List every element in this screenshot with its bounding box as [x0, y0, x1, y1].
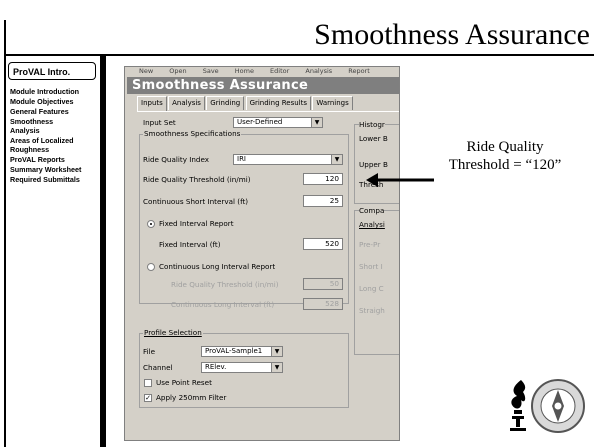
- nav-header: ProVAL Intro.: [8, 62, 96, 80]
- slide-title: Smoothness Assurance: [314, 18, 590, 51]
- channel-value: RElev.: [205, 363, 227, 371]
- channel-label: Channel: [143, 363, 173, 372]
- app-title: Smoothness Assurance: [127, 77, 399, 94]
- csi-input[interactable]: 25: [303, 195, 343, 207]
- input-set-value: User-Defined: [237, 118, 283, 126]
- csi-label: Continuous Short Interval (ft): [143, 197, 249, 206]
- title-divider: [4, 54, 594, 56]
- file-label: File: [143, 347, 156, 356]
- straight-label: Straigh: [359, 306, 385, 315]
- tab-bar: Inputs Analysis Grinding Grinding Result…: [137, 96, 353, 112]
- chevron-down-icon[interactable]: ▼: [271, 347, 282, 356]
- nav-item-summary-worksheet[interactable]: Summary Worksheet: [10, 165, 102, 174]
- cont-rqt-label: Ride Quality Threshold (in/mi): [171, 280, 279, 289]
- riq-label: Ride Quality Index: [143, 155, 210, 164]
- tab-grinding-results[interactable]: Grinding Results: [245, 96, 312, 110]
- point-reset-label: Use Point Reset: [156, 378, 212, 387]
- input-set-label: Input Set: [143, 118, 176, 127]
- filter-checkbox[interactable]: ✓: [144, 394, 152, 402]
- toolbar: New Open Save Home Editor Analysis Repor…: [125, 67, 399, 76]
- filter-label: Apply 250mm Filter: [156, 393, 227, 402]
- compare-label: Compa: [359, 206, 385, 215]
- nav-item-module-objectives[interactable]: Module Objectives: [10, 97, 102, 106]
- analysis-label: Analysi: [359, 220, 385, 229]
- tab-inputs[interactable]: Inputs: [137, 96, 167, 112]
- dot-seal-icon: [531, 379, 585, 433]
- left-border: [4, 20, 6, 447]
- riq-select[interactable]: IRI ▼: [233, 154, 343, 165]
- chevron-down-icon[interactable]: ▼: [271, 363, 282, 372]
- tab-analysis[interactable]: Analysis: [168, 96, 205, 110]
- file-select[interactable]: ProVAL-Sample1 ▼: [201, 346, 283, 357]
- chevron-down-icon[interactable]: ▼: [331, 155, 342, 164]
- point-reset-checkbox[interactable]: [144, 379, 152, 387]
- short-label: Short I: [359, 262, 383, 271]
- input-set-select[interactable]: User-Defined ▼: [233, 117, 323, 128]
- smoothness-specs-label: Smoothness Specifications: [143, 129, 242, 138]
- nav-item-general-features[interactable]: General Features: [10, 107, 102, 116]
- fixed-report-radio[interactable]: [147, 220, 155, 228]
- tab-grinding[interactable]: Grinding: [206, 96, 245, 110]
- toolbar-editor[interactable]: Editor: [270, 68, 289, 75]
- histogram-label: Histogr: [359, 120, 385, 129]
- inputs-panel: Input Set User-Defined ▼ Smoothness Spec…: [137, 111, 399, 440]
- fixed-interval-label: Fixed Interval (ft): [159, 240, 221, 249]
- cont-rqt-input[interactable]: 50: [303, 278, 343, 290]
- rqt-input[interactable]: 120: [303, 173, 343, 185]
- cont-long-radio[interactable]: [147, 263, 155, 271]
- tab-warnings[interactable]: Warnings: [312, 96, 353, 110]
- toolbar-home[interactable]: Home: [235, 68, 254, 75]
- lower-bound-label: Lower B: [359, 134, 388, 143]
- cont-long-interval-input[interactable]: 528: [303, 298, 343, 310]
- compare-group: [354, 210, 399, 355]
- nav-list: Module Introduction Module Objectives Ge…: [10, 87, 102, 185]
- nav-item-required-submittals[interactable]: Required Submittals: [10, 175, 102, 184]
- toolbar-report[interactable]: Report: [348, 68, 370, 75]
- nav-item-smoothness-analysis[interactable]: Smoothness Analysis: [10, 117, 102, 135]
- nav-item-module-introduction[interactable]: Module Introduction: [10, 87, 102, 96]
- file-value: ProVAL-Sample1: [205, 347, 263, 355]
- profile-selection-label: Profile Selection: [143, 328, 203, 337]
- arrow-icon: [366, 173, 434, 187]
- chevron-down-icon[interactable]: ▼: [311, 118, 322, 127]
- annotation-callout: Ride Quality Threshold = “120”: [448, 139, 562, 173]
- prepro-label: Pre-Pr: [359, 240, 381, 249]
- torch-logo-icon: [510, 380, 526, 431]
- toolbar-open[interactable]: Open: [169, 68, 186, 75]
- rqt-label: Ride Quality Threshold (in/mi): [143, 175, 251, 184]
- nav-item-proval-reports[interactable]: ProVAL Reports: [10, 155, 102, 164]
- channel-select[interactable]: RElev. ▼: [201, 362, 283, 373]
- toolbar-new[interactable]: New: [139, 68, 153, 75]
- fixed-report-label: Fixed Interval Report: [159, 219, 234, 228]
- cont-long-label: Continuous Long Interval Report: [159, 262, 276, 271]
- app-window: New Open Save Home Editor Analysis Repor…: [124, 66, 400, 441]
- upper-bound-label: Upper B: [359, 160, 388, 169]
- fixed-interval-input[interactable]: 520: [303, 238, 343, 250]
- cont-long-interval-label: Continuous Long Interval (ft): [171, 300, 275, 309]
- nav-item-localized-roughness[interactable]: Areas of Localized Roughness: [10, 136, 102, 154]
- toolbar-analysis[interactable]: Analysis: [305, 68, 332, 75]
- riq-value: IRI: [237, 155, 246, 163]
- long-label: Long C: [359, 284, 384, 293]
- toolbar-save[interactable]: Save: [203, 68, 219, 75]
